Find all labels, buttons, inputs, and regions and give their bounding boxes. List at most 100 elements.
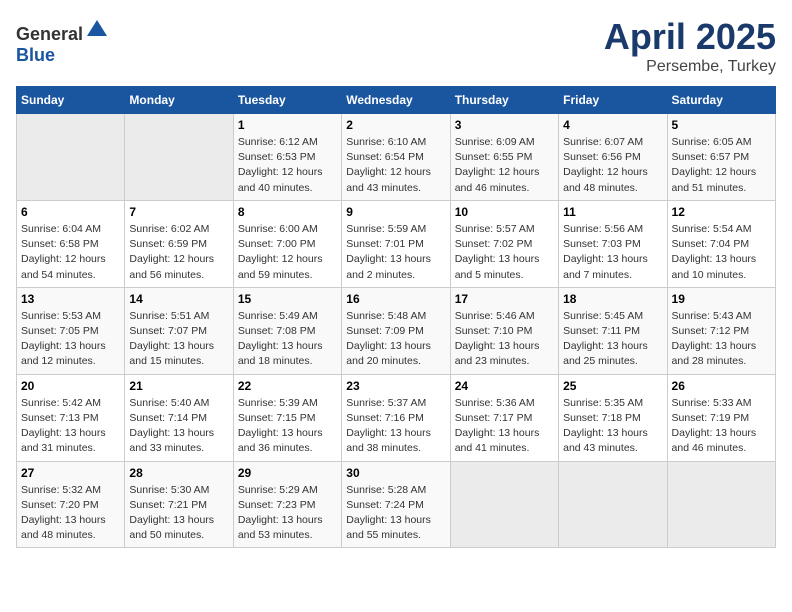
calendar-cell: 22Sunrise: 5:39 AM Sunset: 7:15 PM Dayli… bbox=[233, 374, 341, 461]
day-info: Sunrise: 5:36 AM Sunset: 7:17 PM Dayligh… bbox=[455, 396, 554, 457]
day-info: Sunrise: 5:49 AM Sunset: 7:08 PM Dayligh… bbox=[238, 309, 337, 370]
calendar-cell: 3 Sunrise: 6:09 AM Sunset: 6:55 PM Daylig… bbox=[450, 114, 558, 201]
day-info: Sunrise: 5:33 AM Sunset: 7:19 PM Dayligh… bbox=[672, 396, 771, 457]
day-number: 9 bbox=[346, 205, 445, 219]
day-info: Sunrise: 6:10 AM Sunset: 6:54 PM Dayligh… bbox=[346, 135, 445, 196]
calendar-cell: 1 Sunrise: 6:12 AM Sunset: 6:53 PM Daylig… bbox=[233, 114, 341, 201]
day-info: Sunrise: 5:40 AM Sunset: 7:14 PM Dayligh… bbox=[129, 396, 228, 457]
calendar-cell: 10Sunrise: 5:57 AM Sunset: 7:02 PM Dayli… bbox=[450, 200, 558, 287]
col-friday: Friday bbox=[559, 87, 667, 114]
logo: General Blue bbox=[16, 16, 109, 66]
day-number: 24 bbox=[455, 379, 554, 393]
calendar-cell bbox=[667, 461, 775, 548]
day-info: Sunrise: 5:43 AM Sunset: 7:12 PM Dayligh… bbox=[672, 309, 771, 370]
day-number: 8 bbox=[238, 205, 337, 219]
logo-text: General Blue bbox=[16, 16, 109, 66]
calendar-cell: 8 Sunrise: 6:00 AM Sunset: 7:00 PM Daylig… bbox=[233, 200, 341, 287]
day-number: 4 bbox=[563, 118, 662, 132]
calendar-cell: 9 Sunrise: 5:59 AM Sunset: 7:01 PM Daylig… bbox=[342, 200, 450, 287]
day-number: 13 bbox=[21, 292, 120, 306]
calendar-cell: 11Sunrise: 5:56 AM Sunset: 7:03 PM Dayli… bbox=[559, 200, 667, 287]
logo-icon bbox=[85, 16, 109, 40]
day-number: 10 bbox=[455, 205, 554, 219]
day-number: 2 bbox=[346, 118, 445, 132]
day-info: Sunrise: 5:42 AM Sunset: 7:13 PM Dayligh… bbox=[21, 396, 120, 457]
calendar-cell: 19 Sunrise: 5:43 AM Sunset: 7:12 PM Dayli… bbox=[667, 287, 775, 374]
day-info: Sunrise: 5:32 AM Sunset: 7:20 PM Dayligh… bbox=[21, 483, 120, 544]
title-block: April 2025 Persembe, Turkey bbox=[604, 16, 776, 76]
calendar-cell: 5Sunrise: 6:05 AM Sunset: 6:57 PM Daylig… bbox=[667, 114, 775, 201]
day-number: 1 bbox=[238, 118, 337, 132]
day-number: 20 bbox=[21, 379, 120, 393]
day-number: 25 bbox=[563, 379, 662, 393]
calendar-week-5: 27 Sunrise: 5:32 AM Sunset: 7:20 PM Dayli… bbox=[17, 461, 776, 548]
calendar-cell: 25Sunrise: 5:35 AM Sunset: 7:18 PM Dayli… bbox=[559, 374, 667, 461]
day-number: 6 bbox=[21, 205, 120, 219]
calendar-cell: 21Sunrise: 5:40 AM Sunset: 7:14 PM Dayli… bbox=[125, 374, 233, 461]
day-info: Sunrise: 5:51 AM Sunset: 7:07 PM Dayligh… bbox=[129, 309, 228, 370]
calendar-cell: 30 Sunrise: 5:28 AM Sunset: 7:24 PM Dayli… bbox=[342, 461, 450, 548]
calendar-cell bbox=[125, 114, 233, 201]
calendar-cell: 28 Sunrise: 5:30 AM Sunset: 7:21 PM Dayli… bbox=[125, 461, 233, 548]
day-number: 30 bbox=[346, 466, 445, 480]
col-tuesday: Tuesday bbox=[233, 87, 341, 114]
calendar-week-1: 1 Sunrise: 6:12 AM Sunset: 6:53 PM Daylig… bbox=[17, 114, 776, 201]
calendar-header: Sunday Monday Tuesday Wednesday Thursday… bbox=[17, 87, 776, 114]
day-number: 12 bbox=[672, 205, 771, 219]
calendar-week-2: 6 Sunrise: 6:04 AM Sunset: 6:58 PM Daylig… bbox=[17, 200, 776, 287]
day-number: 5 bbox=[672, 118, 771, 132]
day-number: 27 bbox=[21, 466, 120, 480]
day-info: Sunrise: 6:09 AM Sunset: 6:55 PM Dayligh… bbox=[455, 135, 554, 196]
calendar-cell: 15 Sunrise: 5:49 AM Sunset: 7:08 PM Dayli… bbox=[233, 287, 341, 374]
day-number: 29 bbox=[238, 466, 337, 480]
day-info: Sunrise: 5:53 AM Sunset: 7:05 PM Dayligh… bbox=[21, 309, 120, 370]
calendar-cell: 20 Sunrise: 5:42 AM Sunset: 7:13 PM Dayli… bbox=[17, 374, 125, 461]
day-info: Sunrise: 6:02 AM Sunset: 6:59 PM Dayligh… bbox=[129, 222, 228, 283]
day-number: 3 bbox=[455, 118, 554, 132]
calendar-cell: 12 Sunrise: 5:54 AM Sunset: 7:04 PM Dayli… bbox=[667, 200, 775, 287]
col-sunday: Sunday bbox=[17, 87, 125, 114]
page-header: General Blue April 2025 Persembe, Turkey bbox=[16, 16, 776, 76]
day-info: Sunrise: 5:59 AM Sunset: 7:01 PM Dayligh… bbox=[346, 222, 445, 283]
weekday-row: Sunday Monday Tuesday Wednesday Thursday… bbox=[17, 87, 776, 114]
calendar-cell: 6 Sunrise: 6:04 AM Sunset: 6:58 PM Daylig… bbox=[17, 200, 125, 287]
day-number: 7 bbox=[129, 205, 228, 219]
calendar-cell: 26 Sunrise: 5:33 AM Sunset: 7:19 PM Dayli… bbox=[667, 374, 775, 461]
calendar-table: Sunday Monday Tuesday Wednesday Thursday… bbox=[16, 86, 776, 548]
day-number: 19 bbox=[672, 292, 771, 306]
day-info: Sunrise: 5:29 AM Sunset: 7:23 PM Dayligh… bbox=[238, 483, 337, 544]
day-number: 14 bbox=[129, 292, 228, 306]
calendar-body: 1 Sunrise: 6:12 AM Sunset: 6:53 PM Daylig… bbox=[17, 114, 776, 548]
day-number: 28 bbox=[129, 466, 228, 480]
col-wednesday: Wednesday bbox=[342, 87, 450, 114]
calendar-cell: 14 Sunrise: 5:51 AM Sunset: 7:07 PM Dayli… bbox=[125, 287, 233, 374]
calendar-week-3: 13 Sunrise: 5:53 AM Sunset: 7:05 PM Dayli… bbox=[17, 287, 776, 374]
day-info: Sunrise: 5:39 AM Sunset: 7:15 PM Dayligh… bbox=[238, 396, 337, 457]
col-monday: Monday bbox=[125, 87, 233, 114]
calendar-cell: 23Sunrise: 5:37 AM Sunset: 7:16 PM Dayli… bbox=[342, 374, 450, 461]
col-thursday: Thursday bbox=[450, 87, 558, 114]
day-info: Sunrise: 5:30 AM Sunset: 7:21 PM Dayligh… bbox=[129, 483, 228, 544]
calendar-cell: 2 Sunrise: 6:10 AM Sunset: 6:54 PM Daylig… bbox=[342, 114, 450, 201]
day-info: Sunrise: 6:12 AM Sunset: 6:53 PM Dayligh… bbox=[238, 135, 337, 196]
calendar-cell: 7 Sunrise: 6:02 AM Sunset: 6:59 PM Daylig… bbox=[125, 200, 233, 287]
location-title: Persembe, Turkey bbox=[604, 58, 776, 76]
day-number: 15 bbox=[238, 292, 337, 306]
col-saturday: Saturday bbox=[667, 87, 775, 114]
calendar-cell: 29 Sunrise: 5:29 AM Sunset: 7:23 PM Dayli… bbox=[233, 461, 341, 548]
calendar-cell: 16Sunrise: 5:48 AM Sunset: 7:09 PM Dayli… bbox=[342, 287, 450, 374]
day-info: Sunrise: 6:07 AM Sunset: 6:56 PM Dayligh… bbox=[563, 135, 662, 196]
day-number: 16 bbox=[346, 292, 445, 306]
calendar-cell bbox=[559, 461, 667, 548]
day-number: 26 bbox=[672, 379, 771, 393]
day-info: Sunrise: 6:04 AM Sunset: 6:58 PM Dayligh… bbox=[21, 222, 120, 283]
month-title: April 2025 bbox=[604, 16, 776, 58]
day-info: Sunrise: 5:45 AM Sunset: 7:11 PM Dayligh… bbox=[563, 309, 662, 370]
day-info: Sunrise: 5:28 AM Sunset: 7:24 PM Dayligh… bbox=[346, 483, 445, 544]
logo-general: General bbox=[16, 24, 83, 44]
day-info: Sunrise: 5:54 AM Sunset: 7:04 PM Dayligh… bbox=[672, 222, 771, 283]
day-info: Sunrise: 6:00 AM Sunset: 7:00 PM Dayligh… bbox=[238, 222, 337, 283]
calendar-week-4: 20 Sunrise: 5:42 AM Sunset: 7:13 PM Dayli… bbox=[17, 374, 776, 461]
calendar-cell: 13 Sunrise: 5:53 AM Sunset: 7:05 PM Dayli… bbox=[17, 287, 125, 374]
day-number: 11 bbox=[563, 205, 662, 219]
